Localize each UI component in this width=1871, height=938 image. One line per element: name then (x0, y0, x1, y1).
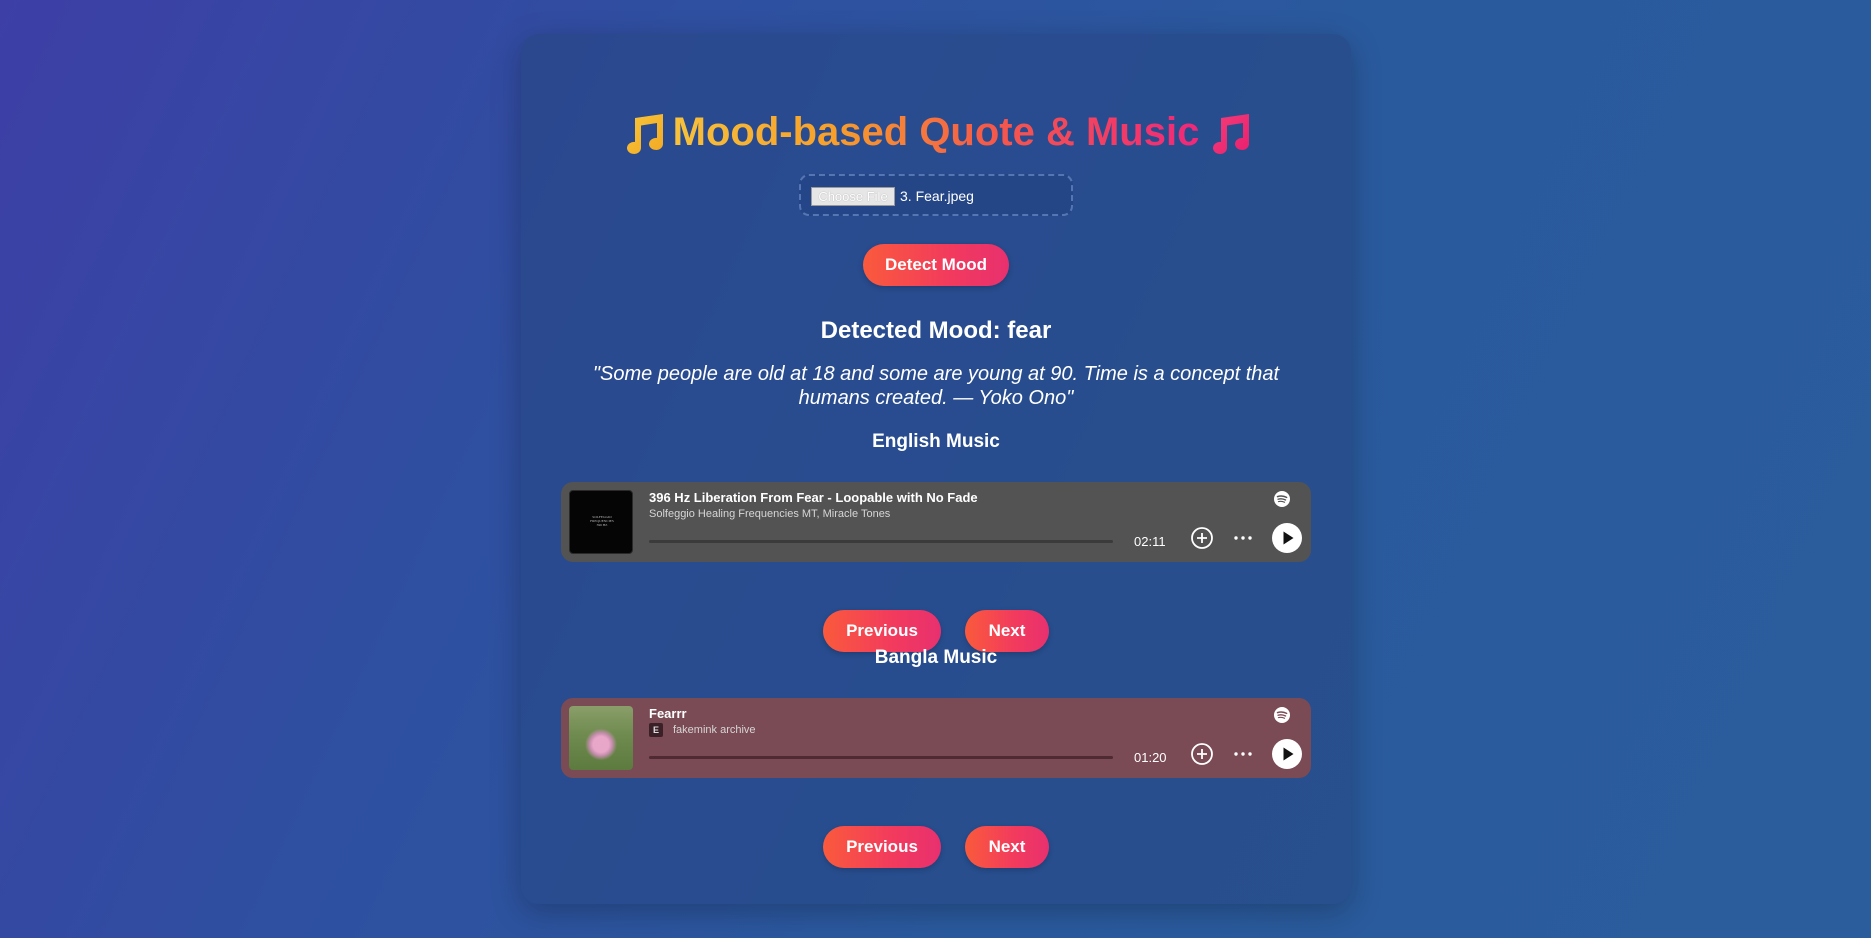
track-artist-row: Efakemink archive (649, 723, 756, 737)
english-music-heading: English Music (872, 431, 1000, 452)
bangla-previous-button[interactable]: Previous (823, 826, 941, 868)
bangla-spotify-player: Fearrr Efakemink archive 01:20 (561, 698, 1311, 778)
choose-file-button[interactable]: Choose File (811, 187, 895, 206)
track-artist[interactable]: Solfeggio Healing Frequencies MT, Miracl… (649, 507, 890, 521)
progress-bar[interactable] (649, 756, 1113, 759)
play-icon[interactable] (1271, 738, 1303, 770)
track-duration: 01:20 (1134, 750, 1167, 765)
spotify-icon[interactable] (1273, 706, 1291, 724)
music-note-icon (626, 114, 663, 155)
page-title-row: Mood-based Quote & Music (521, 104, 1351, 160)
more-dots-icon[interactable] (1231, 742, 1255, 766)
bangla-next-button[interactable]: Next (965, 826, 1049, 868)
english-spotify-player: SOLFEGGIO FREQUENCIES 396 HZ 396 Hz Libera… (561, 482, 1311, 562)
album-art[interactable] (569, 706, 633, 770)
detected-mood-heading: Detected Mood: fear (820, 317, 1052, 344)
add-circle-icon[interactable] (1190, 742, 1214, 766)
page-title: Mood-based Quote & Music (672, 110, 1200, 154)
spotify-icon[interactable] (1273, 490, 1291, 508)
track-artist[interactable]: fakemink archive (673, 724, 756, 736)
music-note-icon (1213, 114, 1250, 155)
play-icon[interactable] (1271, 522, 1303, 554)
file-upload-area[interactable]: Choose File 3. Fear.jpeg (799, 174, 1073, 216)
progress-bar[interactable] (649, 540, 1113, 543)
add-circle-icon[interactable] (1190, 526, 1214, 550)
explicit-badge: E (649, 723, 663, 737)
bangla-music-heading: Bangla Music (874, 647, 998, 668)
selected-file-name: 3. Fear.jpeg (900, 188, 974, 204)
main-card: Mood-based Quote & Music Choose File 3. … (521, 34, 1351, 904)
track-title[interactable]: 396 Hz Liberation From Fear - Loopable w… (649, 490, 978, 506)
track-duration: 02:11 (1134, 534, 1166, 549)
detect-mood-button[interactable]: Detect Mood (863, 244, 1009, 286)
mood-quote: "Some people are old at 18 and some are … (592, 363, 1280, 409)
more-dots-icon[interactable] (1231, 526, 1255, 550)
album-art[interactable]: SOLFEGGIO FREQUENCIES 396 HZ (569, 490, 633, 554)
track-title[interactable]: Fearrr (649, 706, 687, 722)
